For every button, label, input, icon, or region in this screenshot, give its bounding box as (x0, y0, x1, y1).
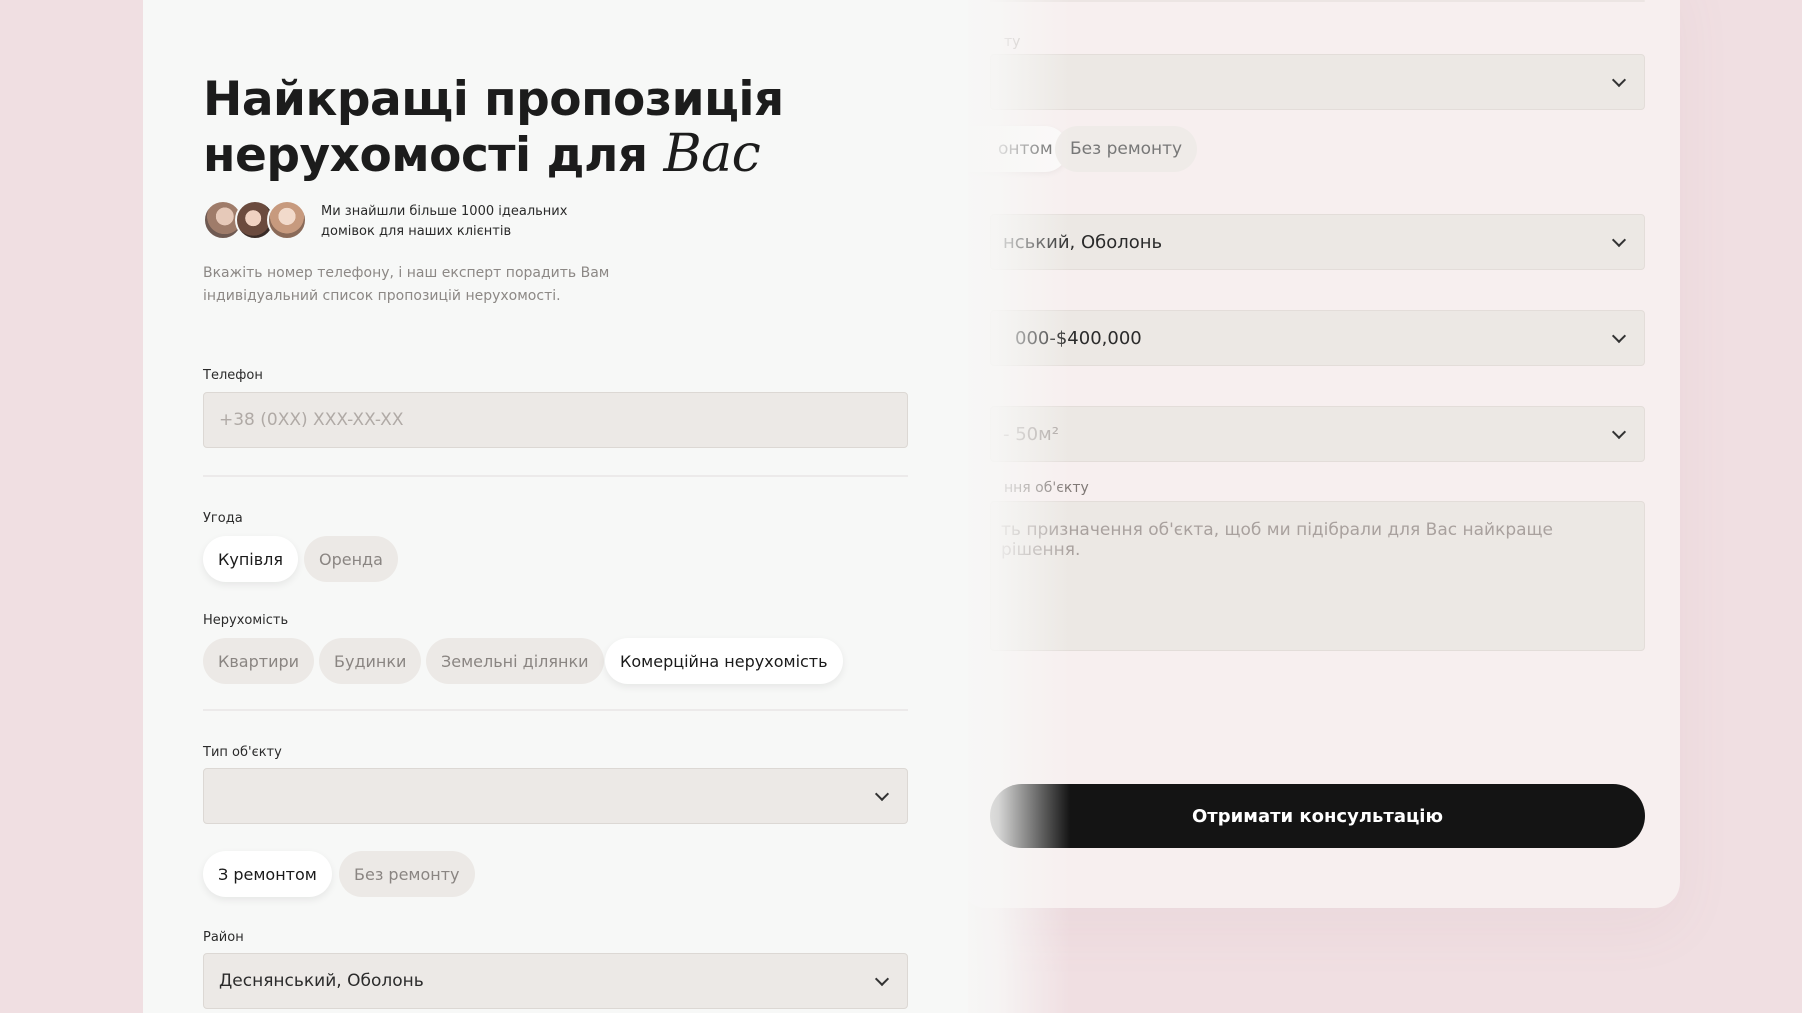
page-title: Найкращі пропозиція нерухомості для Вас (203, 72, 823, 183)
district-label: Район (203, 930, 244, 945)
chip-property-apartments[interactable]: Квартири (203, 638, 315, 684)
area-select-back[interactable]: - 50м² (990, 406, 1645, 462)
chip-deal-purchase[interactable]: Купівля (203, 536, 299, 582)
district-select[interactable]: Деснянський, Оболонь (203, 953, 908, 1009)
price-value-fragment: 000-$400,000 (1015, 327, 1142, 349)
chip-with-repair[interactable]: З ремонтом (203, 851, 332, 897)
purpose-label-fragment: ння об'єкту (1004, 480, 1089, 496)
chip-property-land[interactable]: Земельні ділянки (426, 638, 604, 684)
object-type-select-back[interactable] (990, 54, 1645, 110)
chip-without-repair[interactable]: Без ремонту (339, 851, 475, 897)
chevron-down-icon (874, 971, 890, 987)
avatar (267, 200, 307, 240)
phone-input[interactable]: +38 (0XX) XXX-XX-XX (203, 392, 908, 448)
divider (203, 709, 908, 711)
object-type-label: Тип об'єкту (203, 745, 282, 760)
area-value-fragment: - 50м² (1003, 423, 1059, 445)
chip-deal-rent[interactable]: Оренда (304, 536, 398, 582)
background-form-card: ту онтом Без ремонту нський, Оболонь 000… (950, 0, 1680, 908)
divider (990, 0, 1645, 2)
front-form-card: Найкращі пропозиція нерухомості для Вас … (143, 0, 968, 1013)
object-type-select[interactable] (203, 768, 908, 824)
chevron-down-icon (874, 786, 890, 802)
chip-property-commercial[interactable]: Комерційна нерухомість (605, 638, 843, 684)
price-select-back[interactable]: 000-$400,000 (990, 310, 1645, 366)
social-proof-text: Ми знайшли більше 1000 ідеальних домівок… (321, 204, 568, 239)
title-line-1: Найкращі пропозиція (203, 72, 784, 127)
purpose-placeholder-fragment: ть призначення об'єкта, щоб ми підібрали… (1001, 520, 1554, 560)
chip-property-houses[interactable]: Будинки (319, 638, 422, 684)
form-description: Вкажіть номер телефону, і наш експерт по… (203, 265, 610, 304)
purpose-textarea-back[interactable]: ть призначення об'єкта, щоб ми підібрали… (990, 501, 1645, 651)
phone-label: Телефон (203, 368, 263, 383)
divider (203, 475, 908, 477)
get-consultation-button[interactable]: Отримати консультацію (990, 784, 1645, 848)
district-value-fragment: нський, Оболонь (1003, 231, 1163, 253)
district-select-back[interactable]: нський, Оболонь (990, 214, 1645, 270)
property-label: Нерухомість (203, 613, 289, 628)
chevron-down-icon (1611, 72, 1627, 88)
chevron-down-icon (1611, 328, 1627, 344)
deal-label: Угода (203, 511, 243, 526)
object-type-label-fragment: ту (1004, 34, 1021, 50)
phone-placeholder: +38 (0XX) XXX-XX-XX (219, 410, 404, 430)
chip-without-repair-back[interactable]: Без ремонту (1055, 126, 1198, 172)
chevron-down-icon (1611, 424, 1627, 440)
chevron-down-icon (1611, 232, 1627, 248)
client-avatars (203, 200, 313, 240)
district-value: Деснянський, Оболонь (219, 971, 424, 991)
title-script-word: Вас (663, 124, 761, 184)
title-line-2: нерухомості для (203, 128, 648, 183)
